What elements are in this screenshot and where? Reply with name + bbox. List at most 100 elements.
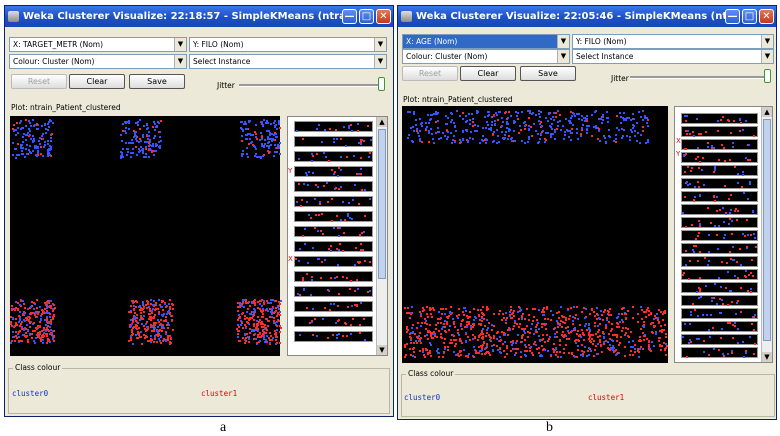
- scatter-plot-area[interactable]: [402, 106, 668, 363]
- attribute-scrollbar[interactable]: ▲ ▼: [376, 117, 387, 355]
- minimize-icon[interactable]: —: [725, 9, 740, 24]
- attribute-strip[interactable]: [294, 271, 373, 282]
- data-point: [463, 314, 465, 316]
- attribute-strip[interactable]: [681, 334, 758, 345]
- attribute-strip[interactable]: [294, 196, 373, 207]
- clear-button[interactable]: Clear: [460, 66, 516, 81]
- scroll-up-icon[interactable]: ▲: [762, 107, 772, 117]
- attribute-strip[interactable]: [681, 295, 758, 306]
- scatter-plot-area[interactable]: [10, 116, 282, 356]
- select-instance-select[interactable]: Select Instance ▼: [572, 49, 774, 64]
- reset-button[interactable]: Reset: [402, 66, 458, 81]
- strip-point: [704, 257, 706, 259]
- attribute-strip[interactable]: [294, 226, 373, 237]
- attribute-strip[interactable]: [294, 181, 373, 192]
- data-point: [621, 313, 623, 315]
- title-bar[interactable]: Weka Clusterer Visualize: 22:18:57 - Sim…: [5, 6, 393, 27]
- attribute-strip[interactable]: [681, 204, 758, 215]
- jitter-slider[interactable]: [630, 69, 775, 83]
- cluster0-label[interactable]: cluster0: [12, 389, 48, 398]
- save-button[interactable]: Save: [520, 66, 576, 81]
- attribute-strip[interactable]: [294, 256, 373, 267]
- data-point: [577, 349, 579, 351]
- attribute-strip[interactable]: [294, 166, 373, 177]
- x-axis-select[interactable]: X: TARGET_METR (Nom) ▼: [9, 37, 187, 52]
- attribute-strip[interactable]: [681, 230, 758, 241]
- data-point: [609, 338, 611, 340]
- chevron-down-icon[interactable]: ▼: [557, 35, 569, 48]
- chevron-down-icon[interactable]: ▼: [374, 38, 386, 51]
- attribute-strip[interactable]: [294, 151, 373, 162]
- data-point: [18, 336, 20, 338]
- attribute-strip[interactable]: [294, 316, 373, 327]
- data-point: [275, 310, 277, 312]
- strip-point: [350, 124, 352, 126]
- data-point: [154, 338, 156, 340]
- cluster1-label[interactable]: cluster1: [201, 389, 237, 398]
- chevron-down-icon[interactable]: ▼: [761, 50, 773, 63]
- strip-point: [312, 247, 314, 249]
- x-axis-select[interactable]: X: AGE (Nom) ▼: [402, 34, 570, 49]
- chevron-down-icon[interactable]: ▼: [557, 50, 569, 63]
- data-point: [485, 347, 487, 349]
- colour-select[interactable]: Colour: Cluster (Nom) ▼: [402, 49, 570, 64]
- maximize-icon[interactable]: □: [359, 9, 374, 24]
- jitter-slider-thumb[interactable]: [378, 77, 385, 91]
- clear-button[interactable]: Clear: [69, 74, 125, 89]
- scroll-thumb[interactable]: [378, 129, 386, 279]
- cluster0-label[interactable]: cluster0: [404, 393, 440, 402]
- data-point: [530, 346, 532, 348]
- attribute-strip[interactable]: [294, 241, 373, 252]
- data-point: [565, 317, 567, 319]
- scroll-up-icon[interactable]: ▲: [377, 117, 387, 127]
- close-icon[interactable]: ✕: [376, 9, 391, 24]
- data-point: [505, 131, 507, 133]
- y-axis-select[interactable]: Y: FILO (Nom) ▼: [572, 34, 774, 49]
- attribute-strip[interactable]: [681, 178, 758, 189]
- cluster1-label[interactable]: cluster1: [588, 393, 624, 402]
- attribute-strip[interactable]: [681, 321, 758, 332]
- jitter-slider[interactable]: [239, 77, 389, 91]
- scroll-down-icon[interactable]: ▼: [762, 352, 772, 362]
- scroll-down-icon[interactable]: ▼: [377, 345, 387, 355]
- reset-button[interactable]: Reset: [11, 74, 67, 89]
- save-button[interactable]: Save: [129, 74, 185, 89]
- attribute-strip[interactable]: [681, 308, 758, 319]
- attribute-strip[interactable]: [681, 191, 758, 202]
- chevron-down-icon[interactable]: ▼: [174, 55, 186, 68]
- attribute-scrollbar[interactable]: ▲ ▼: [761, 107, 772, 362]
- attribute-strip[interactable]: [294, 301, 373, 312]
- attribute-strip[interactable]: [681, 269, 758, 280]
- attribute-strip[interactable]: [681, 347, 758, 358]
- select-instance-select[interactable]: Select Instance ▼: [189, 54, 387, 69]
- attribute-strip[interactable]: [294, 331, 373, 342]
- y-axis-select[interactable]: Y: FILO (Nom) ▼: [189, 37, 387, 52]
- strip-point: [343, 232, 345, 234]
- scroll-thumb[interactable]: [763, 119, 771, 341]
- strip-point: [318, 124, 320, 126]
- attribute-strip[interactable]: [681, 165, 758, 176]
- colour-select[interactable]: Colour: Cluster (Nom) ▼: [9, 54, 187, 69]
- attribute-strip[interactable]: [294, 286, 373, 297]
- data-point: [594, 315, 596, 317]
- attribute-strip[interactable]: [681, 217, 758, 228]
- attribute-strip[interactable]: [681, 243, 758, 254]
- attribute-strip[interactable]: [681, 139, 758, 150]
- jitter-slider-thumb[interactable]: [764, 69, 771, 83]
- attribute-strip[interactable]: [294, 121, 373, 132]
- minimize-icon[interactable]: —: [342, 9, 357, 24]
- attribute-strip[interactable]: [294, 211, 373, 222]
- attribute-strip[interactable]: [681, 282, 758, 293]
- attribute-strip[interactable]: [681, 113, 758, 124]
- title-bar[interactable]: Weka Clusterer Visualize: 22:05:46 - Sim…: [398, 6, 776, 27]
- attribute-strip[interactable]: [681, 256, 758, 267]
- chevron-down-icon[interactable]: ▼: [761, 35, 773, 48]
- data-point: [41, 125, 43, 127]
- attribute-strip[interactable]: [681, 152, 758, 163]
- chevron-down-icon[interactable]: ▼: [374, 55, 386, 68]
- attribute-strip[interactable]: [294, 136, 373, 147]
- chevron-down-icon[interactable]: ▼: [174, 38, 186, 51]
- maximize-icon[interactable]: □: [742, 9, 757, 24]
- close-icon[interactable]: ✕: [759, 9, 774, 24]
- attribute-strip[interactable]: [681, 126, 758, 137]
